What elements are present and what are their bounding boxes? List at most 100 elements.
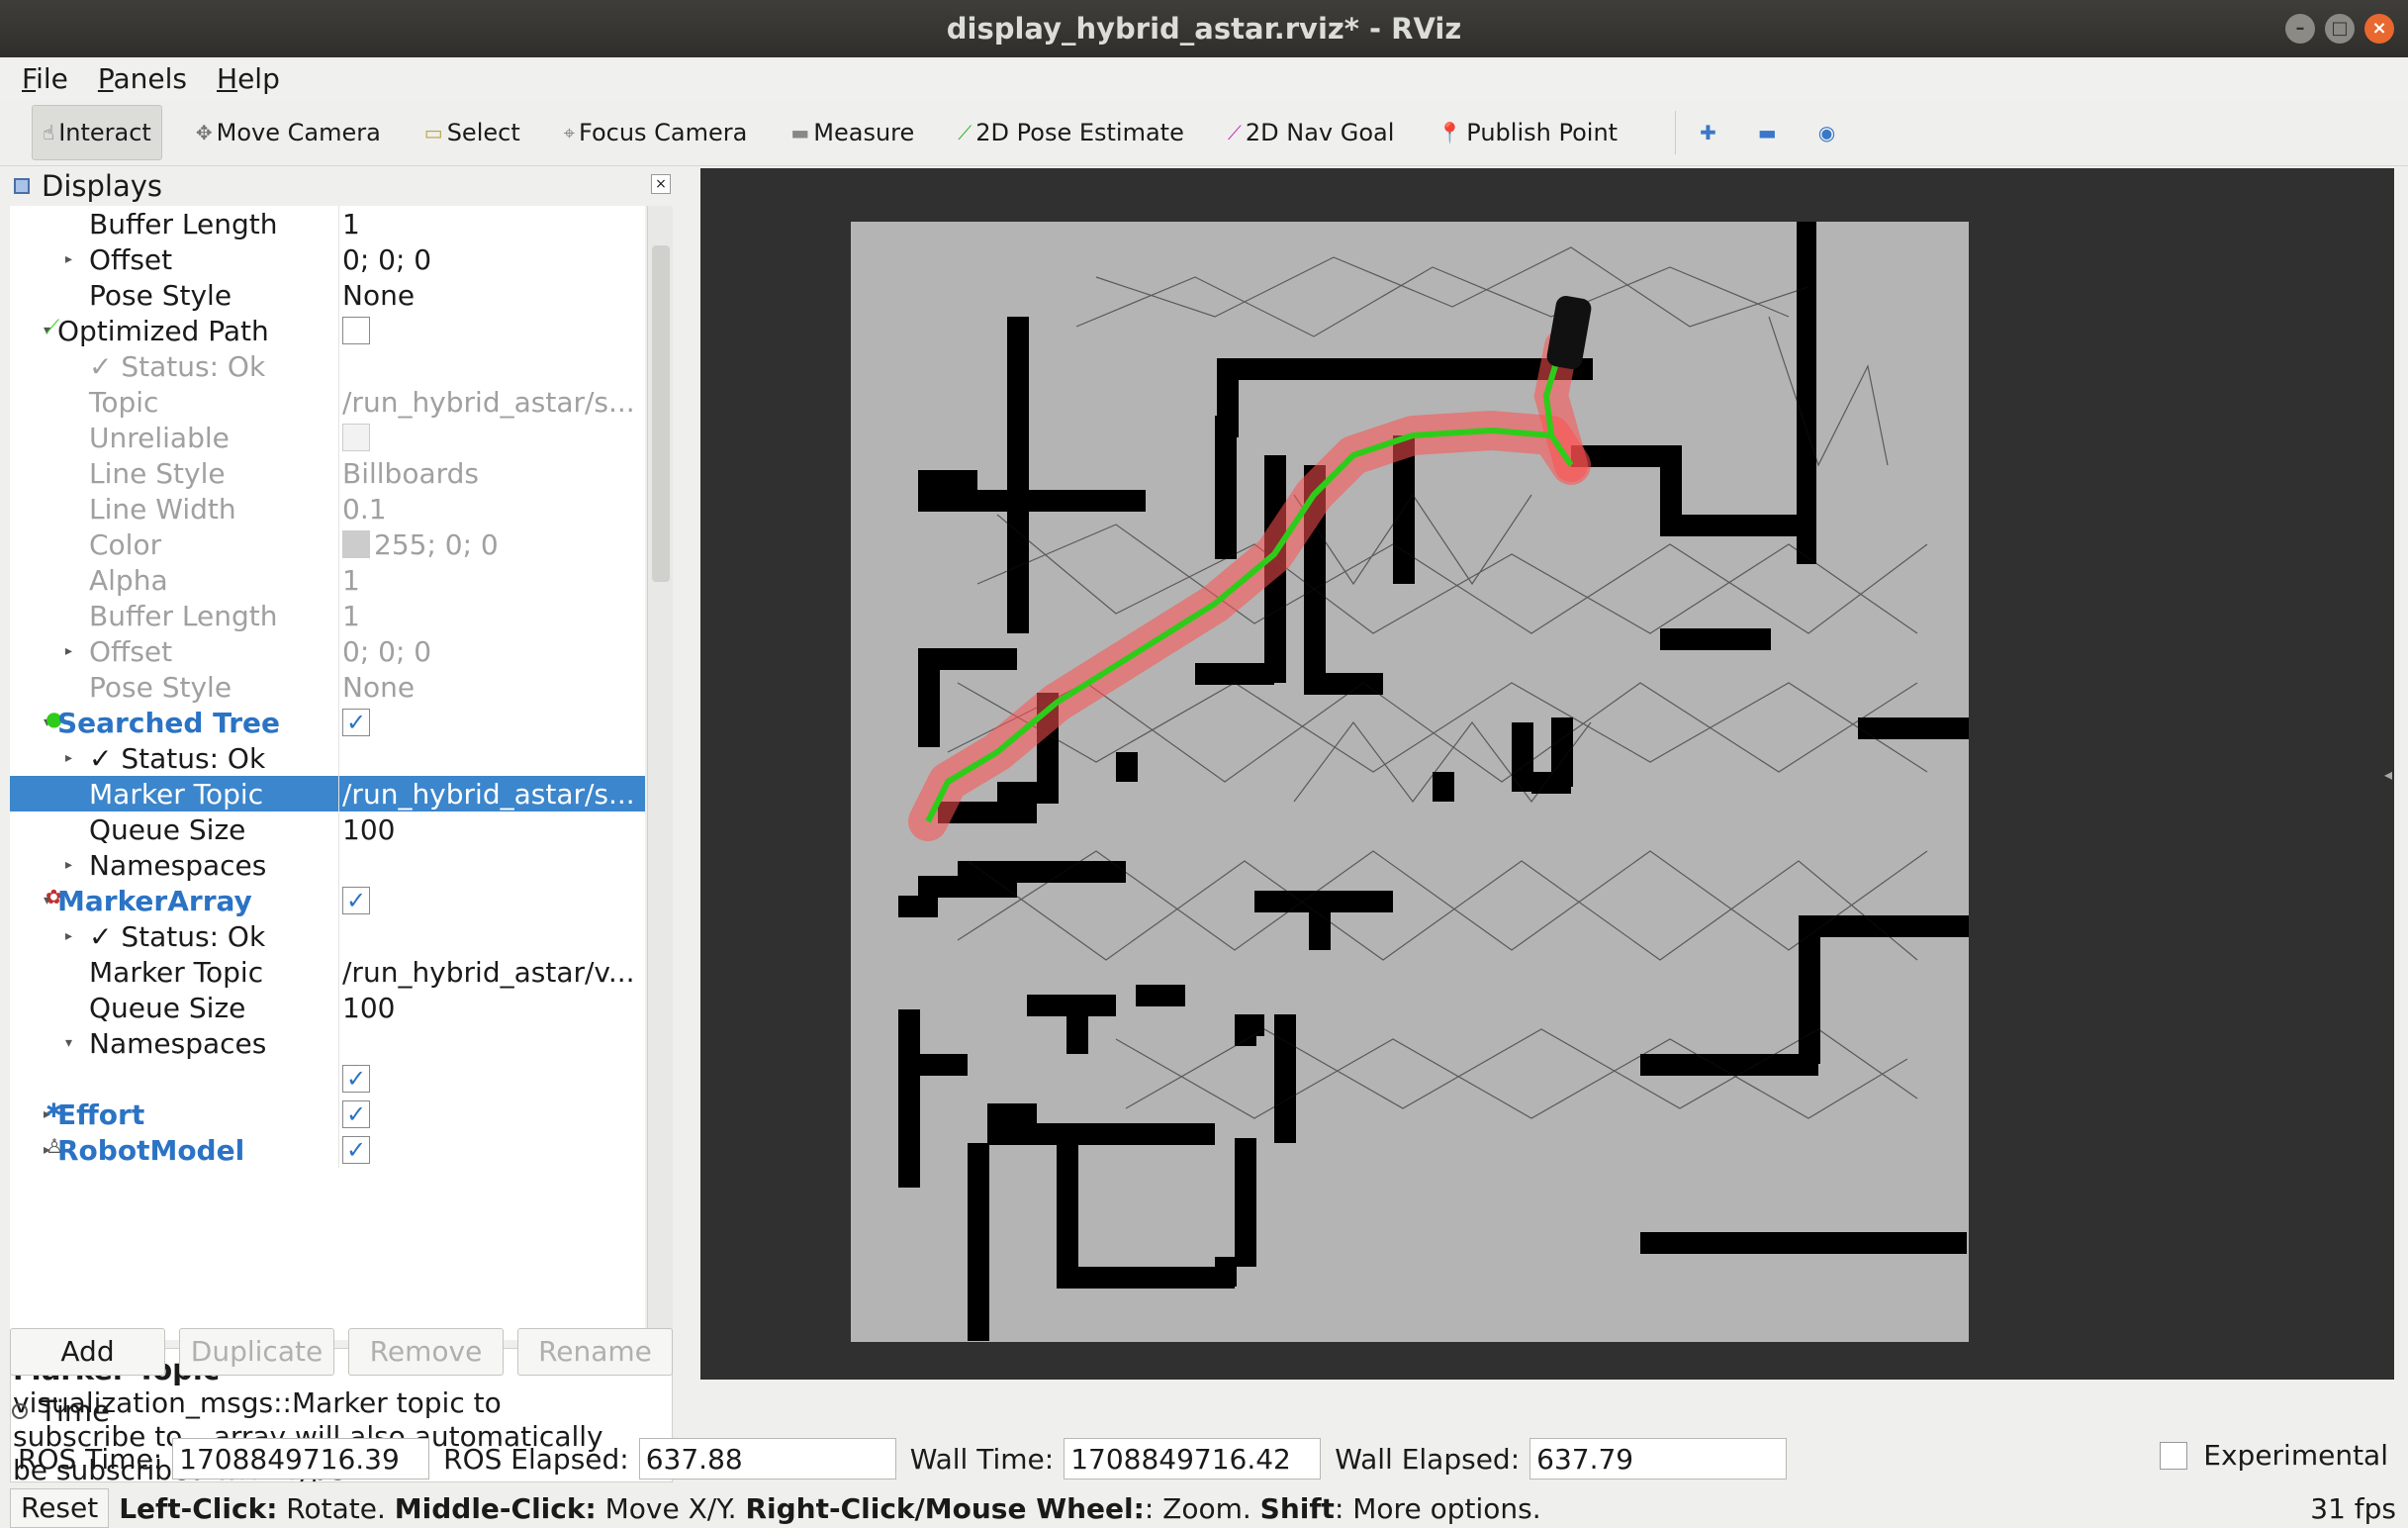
- tree-row-value[interactable]: 1: [342, 208, 360, 240]
- tree-row-value[interactable]: 100: [342, 992, 395, 1024]
- wall-time-field[interactable]: 1708849716.42: [1064, 1438, 1322, 1480]
- maximize-icon[interactable]: □: [2325, 14, 2355, 44]
- tree-row[interactable]: ▸ Offset 0; 0; 0: [10, 241, 645, 277]
- displays-scrollbar[interactable]: [647, 206, 673, 1340]
- tree-row-value-cell[interactable]: 100: [342, 992, 639, 1024]
- minimize-icon[interactable]: –: [2285, 14, 2315, 44]
- tree-row[interactable]: ▸ ✱ Effort ✓: [10, 1097, 645, 1132]
- experimental-toggle[interactable]: Experimental: [2160, 1439, 2388, 1472]
- tree-row-value-cell[interactable]: 1: [342, 564, 639, 597]
- tree-row-value-cell[interactable]: 1: [342, 208, 639, 240]
- duplicate-button[interactable]: Duplicate: [179, 1328, 334, 1376]
- menu-file[interactable]: File: [22, 62, 68, 95]
- tree-row[interactable]: ▸ ♙ RobotModel ✓: [10, 1132, 645, 1168]
- tree-row-value[interactable]: None: [342, 279, 415, 312]
- tree-row-value-cell[interactable]: None: [342, 279, 639, 312]
- tool-interact[interactable]: ☝ Interact: [32, 104, 162, 160]
- experimental-checkbox[interactable]: [2160, 1441, 2188, 1470]
- color-swatch[interactable]: [342, 530, 370, 558]
- tree-row[interactable]: ▾ Namespaces: [10, 1025, 645, 1061]
- tree-row-value[interactable]: 255; 0; 0: [374, 528, 499, 561]
- tree-row[interactable]: Queue Size 100: [10, 990, 645, 1025]
- menu-panels[interactable]: Panels: [98, 62, 187, 95]
- tree-row-value-cell[interactable]: /run_hybrid_astar/v...: [342, 956, 639, 989]
- tool-2d-pose-estimate[interactable]: ⟋ 2D Pose Estimate: [948, 105, 1194, 160]
- tree-row[interactable]: ▾ ✿ MarkerArray ✓: [10, 883, 645, 918]
- ros-elapsed-field[interactable]: 637.88: [638, 1438, 896, 1480]
- tree-row[interactable]: Unreliable: [10, 420, 645, 455]
- tree-row[interactable]: Queue Size 100: [10, 812, 645, 847]
- tree-row-value[interactable]: Billboards: [342, 457, 479, 490]
- plus-icon[interactable]: ✚: [1700, 121, 1716, 144]
- tree-row-value[interactable]: 100: [342, 813, 395, 846]
- tree-row[interactable]: ▸ Namespaces: [10, 847, 645, 883]
- tree-row-value[interactable]: 1: [342, 600, 360, 632]
- tree-row[interactable]: ▸ ✓ Status: Ok: [10, 918, 645, 954]
- tree-row[interactable]: ▾ ⟋ Optimized Path: [10, 313, 645, 348]
- enabled-checkbox[interactable]: ✓: [342, 1136, 370, 1164]
- tree-row[interactable]: ▸ ✓ Status: Ok: [10, 740, 645, 776]
- enabled-checkbox[interactable]: [342, 317, 370, 344]
- tree-row-value-cell[interactable]: None: [342, 671, 639, 704]
- tree-row-value-cell[interactable]: /run_hybrid_astar/s...: [342, 386, 639, 419]
- tree-row[interactable]: ✓: [10, 1061, 645, 1097]
- collapse-arrow-icon[interactable]: ▸: [65, 251, 72, 267]
- eye-icon[interactable]: ◉: [1818, 121, 1835, 144]
- tree-row-value[interactable]: 1: [342, 564, 360, 597]
- tree-row[interactable]: Line Width 0.1: [10, 491, 645, 526]
- expand-arrow-icon[interactable]: ▾: [65, 1035, 72, 1051]
- tree-row-value[interactable]: 0; 0; 0: [342, 243, 431, 276]
- remove-button[interactable]: Remove: [348, 1328, 504, 1376]
- tree-row-value[interactable]: 0; 0; 0: [342, 635, 431, 668]
- tree-row[interactable]: Color 255; 0; 0: [10, 526, 645, 562]
- tree-row[interactable]: Line Style Billboards: [10, 455, 645, 491]
- menu-help[interactable]: Help: [217, 62, 280, 95]
- tree-row[interactable]: ✓ Status: Ok: [10, 348, 645, 384]
- displays-tree[interactable]: Buffer Length 1 ▸ Offset 0; 0; 0 Pose Style No…: [10, 206, 645, 1340]
- tree-row[interactable]: ▸ Offset 0; 0; 0: [10, 633, 645, 669]
- render-viewport[interactable]: ◂: [700, 168, 2394, 1380]
- tree-row-value[interactable]: 0.1: [342, 493, 387, 525]
- map-scene[interactable]: ◂: [700, 168, 2394, 1380]
- tree-row[interactable]: Buffer Length 1: [10, 206, 645, 241]
- tree-row[interactable]: Pose Style None: [10, 669, 645, 705]
- enabled-checkbox[interactable]: ✓: [342, 1065, 370, 1093]
- enabled-checkbox[interactable]: ✓: [342, 887, 370, 914]
- tree-row[interactable]: Marker Topic/run_hybrid_astar/s...: [10, 776, 645, 812]
- tree-row-value-cell[interactable]: 0; 0; 0: [342, 243, 639, 276]
- tool-2d-nav-goal[interactable]: ⟋ 2D Nav Goal: [1218, 105, 1405, 160]
- collapse-arrow-icon[interactable]: ▸: [65, 750, 72, 766]
- tree-row-value-cell[interactable]: 0.1: [342, 493, 639, 525]
- rename-button[interactable]: Rename: [517, 1328, 673, 1376]
- tree-row-value-cell[interactable]: 1: [342, 600, 639, 632]
- wall-elapsed-field[interactable]: 637.79: [1529, 1438, 1788, 1480]
- tool-select[interactable]: ▭ Select: [415, 105, 530, 160]
- tool-measure[interactable]: ▬ Measure: [781, 105, 924, 160]
- enabled-checkbox[interactable]: [342, 424, 370, 451]
- minus-icon[interactable]: ▬: [1758, 121, 1777, 144]
- tree-row[interactable]: ▾ ● Searched Tree ✓: [10, 705, 645, 740]
- tree-row-value[interactable]: None: [342, 671, 415, 704]
- ros-time-field[interactable]: 1708849716.39: [172, 1438, 430, 1480]
- tree-row[interactable]: Alpha 1: [10, 562, 645, 598]
- tree-row-value-cell[interactable]: 0; 0; 0: [342, 635, 639, 668]
- enabled-checkbox[interactable]: ✓: [342, 709, 370, 736]
- collapse-arrow-icon[interactable]: ▸: [65, 857, 72, 873]
- tool-publish-point[interactable]: 📍 Publish Point: [1428, 105, 1627, 160]
- tree-row-value-cell[interactable]: 100: [342, 813, 639, 846]
- add-button[interactable]: Add: [10, 1328, 165, 1376]
- right-collapse-handle[interactable]: ◂: [2384, 765, 2392, 784]
- tree-row[interactable]: Pose Style None: [10, 277, 645, 313]
- scrollbar-thumb[interactable]: [652, 245, 670, 582]
- tool-focus-camera[interactable]: ⌖ Focus Camera: [554, 105, 758, 160]
- panel-close-icon[interactable]: ×: [651, 174, 671, 194]
- tool-move-camera[interactable]: ✥ Move Camera: [186, 105, 391, 160]
- tree-row-value-cell[interactable]: Billboards: [342, 457, 639, 490]
- collapse-arrow-icon[interactable]: ▸: [65, 643, 72, 659]
- tree-row-value[interactable]: /run_hybrid_astar/s...: [342, 778, 635, 811]
- tree-row[interactable]: Topic/run_hybrid_astar/s...: [10, 384, 645, 420]
- tree-row[interactable]: Buffer Length 1: [10, 598, 645, 633]
- reset-button[interactable]: Reset: [10, 1488, 110, 1528]
- tree-row-value[interactable]: /run_hybrid_astar/s...: [342, 386, 635, 419]
- tree-row[interactable]: Marker Topic/run_hybrid_astar/v...: [10, 954, 645, 990]
